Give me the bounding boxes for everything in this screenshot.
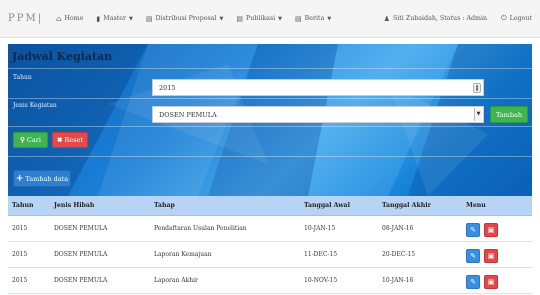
table-row: 2015 DOSEN PEMULA Pendaftaran Usulan Pen…	[8, 216, 532, 242]
cell-tanggal-awal: 11-DEC-15	[304, 251, 338, 258]
power-icon: ⏻	[501, 14, 507, 22]
top-navbar: PPM| ⌂ Home ▮ Master ▼ ▤ Distribusi Prop…	[0, 0, 540, 38]
divider	[8, 68, 532, 69]
tahun-label: Tahun	[13, 74, 32, 81]
edit-icon: ✎	[470, 278, 476, 286]
table-row: 2015 DOSEN PEMULA Laporan Kemajuan 11-DE…	[8, 242, 532, 268]
spinner-icon[interactable]: ▲ ▼	[473, 83, 481, 93]
cell-jenis-hibah: DOSEN PEMULA	[54, 225, 108, 232]
cell-tanggal-awal: 10-JAN-15	[304, 225, 336, 232]
tambah-button[interactable]: Tambah	[490, 106, 528, 123]
page-title: Jadwal Kegiatan	[12, 50, 113, 63]
close-icon: ✖	[57, 136, 63, 144]
nav-master-label: Master	[103, 15, 126, 22]
cell-tahun: 2015	[12, 225, 28, 232]
col-tahap: Tahap	[154, 202, 175, 209]
jadwal-kegiatan-panel: Jadwal Kegiatan Tahun 2015 ▲ ▼ Jenis Kegi…	[8, 44, 532, 196]
trash-icon: ▣	[487, 252, 495, 260]
tahun-value: 2015	[159, 83, 176, 92]
nav-publikasi-label: Publikasi	[246, 15, 276, 22]
cell-tanggal-akhir: 10-JAN-16	[382, 277, 414, 284]
delete-button[interactable]: ▣	[484, 249, 498, 263]
brand-logo[interactable]: PPM|	[8, 13, 43, 24]
nav-distribusi-proposal[interactable]: ▤ Distribusi Proposal ▼	[146, 15, 224, 23]
cell-tahap: Laporan Kemajuan	[154, 251, 212, 258]
file-icon: ▮	[96, 14, 101, 23]
delete-button[interactable]: ▣	[484, 223, 498, 237]
search-icon: ⚲	[20, 136, 25, 144]
cell-tanggal-akhir: 08-JAN-16	[382, 225, 414, 232]
trash-icon: ▣	[487, 278, 495, 286]
nav-logout[interactable]: ⏻ Logout	[501, 14, 532, 23]
tambah-button-label: Tambah	[495, 110, 523, 119]
col-tanggal-awal: Tanggal Awal	[304, 202, 350, 209]
nav-master[interactable]: ▮ Master ▼	[96, 15, 132, 23]
nav-publikasi[interactable]: ▤ Publikasi ▼	[236, 15, 282, 23]
edit-icon: ✎	[470, 226, 476, 234]
plus-icon: +	[15, 173, 24, 184]
delete-button[interactable]: ▣	[484, 275, 498, 289]
nav-berita[interactable]: ▤ Berita ▼	[295, 15, 331, 23]
cari-button[interactable]: ⚲ Cari	[13, 132, 48, 148]
col-tanggal-akhir: Tanggal Akhir	[382, 202, 431, 209]
nav-home-label: Home	[64, 15, 84, 22]
cell-tahun: 2015	[12, 277, 28, 284]
jenis-kegiatan-label: Jenis Kegiatan	[13, 102, 57, 109]
tambah-data-label: Tambah data	[25, 174, 69, 183]
nav-user-label: Siti Zubaidah, Status : Admin	[392, 15, 488, 22]
jenis-kegiatan-value: DOSEN PEMULA	[159, 110, 217, 119]
caret-down-icon: ▼	[327, 15, 332, 22]
cell-tahun: 2015	[12, 251, 28, 258]
edit-button[interactable]: ✎	[466, 275, 480, 289]
cari-button-label: Cari	[26, 136, 41, 144]
tambah-data-button[interactable]: + Tambah data	[13, 170, 71, 187]
caret-down-icon: ▼	[278, 15, 283, 22]
tahun-input[interactable]: 2015 ▲ ▼	[152, 79, 484, 96]
cell-jenis-hibah: DOSEN PEMULA	[54, 277, 108, 284]
nav-home[interactable]: ⌂ Home	[56, 15, 83, 23]
chevron-down-icon: ▼	[474, 108, 482, 121]
list-icon: ▤	[236, 14, 243, 23]
cell-tanggal-awal: 10-NOV-15	[304, 277, 338, 284]
table-row: 2015 DOSEN PEMULA Laporan Akhir 10-NOV-1…	[8, 268, 532, 294]
cell-jenis-hibah: DOSEN PEMULA	[54, 251, 108, 258]
divider	[8, 98, 532, 99]
caret-down-icon: ▼	[219, 15, 224, 22]
col-jenis-hibah: Jenis Hibah	[54, 202, 95, 209]
caret-down-icon: ▼	[128, 15, 133, 22]
home-icon: ⌂	[56, 14, 62, 23]
nav-user[interactable]: ♟ Siti Zubaidah, Status : Admin	[384, 15, 487, 23]
jenis-kegiatan-select[interactable]: DOSEN PEMULA ▼	[152, 106, 484, 123]
table-header: Tahun Jenis Hibah Tahap Tanggal Awal Tan…	[8, 196, 532, 216]
user-icon: ♟	[383, 14, 390, 23]
reset-button-label: Reset	[64, 136, 83, 144]
nav-right: ♟ Siti Zubaidah, Status : Admin ⏻ Logout	[370, 14, 532, 23]
list-icon: ▤	[295, 14, 302, 23]
edit-button[interactable]: ✎	[466, 223, 480, 237]
divider	[8, 156, 532, 157]
cell-tahap: Pendaftaran Usulan Penelitian	[154, 225, 247, 232]
cell-tahap: Laporan Akhir	[154, 277, 198, 284]
edit-icon: ✎	[470, 252, 476, 260]
list-icon: ▤	[145, 14, 153, 23]
reset-button[interactable]: ✖ Reset	[52, 132, 88, 148]
nav-distribusi-label: Distribusi Proposal	[155, 15, 217, 22]
col-menu: Menu	[466, 202, 486, 209]
col-tahun: Tahun	[12, 202, 34, 209]
jadwal-table: Tahun Jenis Hibah Tahap Tanggal Awal Tan…	[8, 196, 532, 294]
cell-tanggal-akhir: 20-DEC-15	[382, 251, 416, 258]
divider	[8, 126, 532, 127]
edit-button[interactable]: ✎	[466, 249, 480, 263]
nav-logout-label: Logout	[509, 15, 532, 22]
trash-icon: ▣	[487, 226, 495, 234]
nav-berita-label: Berita	[304, 15, 325, 22]
